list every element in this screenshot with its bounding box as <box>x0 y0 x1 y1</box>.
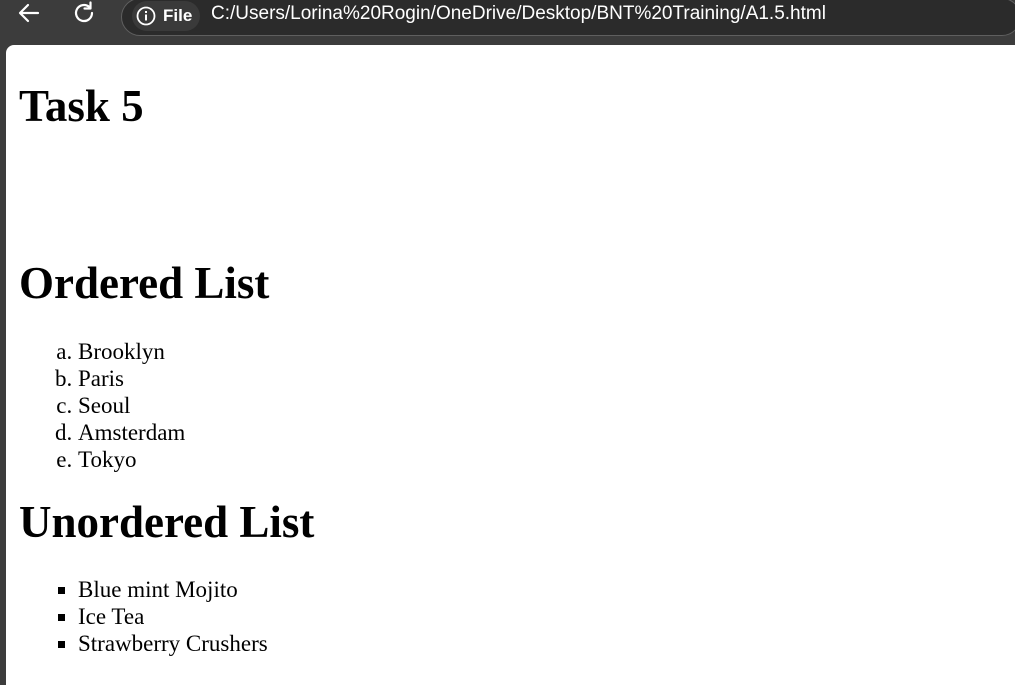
url-text[interactable]: C:/Users/Lorina%20Rogin/OneDrive/Desktop… <box>211 3 826 25</box>
back-arrow-icon <box>16 0 42 31</box>
reload-button[interactable] <box>67 0 101 30</box>
browser-toolbar: File C:/Users/Lorina%20Rogin/OneDrive/De… <box>0 0 1015 44</box>
info-icon <box>135 5 157 27</box>
unordered-list: Blue mint Mojito Ice Tea Strawberry Crus… <box>19 576 1015 657</box>
ordered-list-item: Seoul <box>78 392 1015 419</box>
address-bar[interactable]: File C:/Users/Lorina%20Rogin/OneDrive/De… <box>121 0 1015 36</box>
page-content: Task 5 Ordered List Brooklyn Paris Seoul… <box>6 80 1015 657</box>
ordered-list-heading: Ordered List <box>19 258 270 308</box>
ordered-list: Brooklyn Paris Seoul Amsterdam Tokyo <box>19 338 1015 473</box>
ordered-list-item: Amsterdam <box>78 419 1015 446</box>
site-label: File <box>163 6 193 25</box>
page-viewport: Task 5 Ordered List Brooklyn Paris Seoul… <box>6 45 1015 685</box>
ordered-list-item: Tokyo <box>78 446 1015 473</box>
unordered-list-item: Strawberry Crushers <box>78 630 1015 657</box>
back-button[interactable] <box>12 0 46 30</box>
unordered-list-item: Blue mint Mojito <box>78 576 1015 603</box>
unordered-list-item: Ice Tea <box>78 603 1015 630</box>
page-title: Task 5 <box>19 81 144 131</box>
unordered-list-heading: Unordered List <box>19 497 315 547</box>
reload-icon <box>71 0 97 31</box>
site-info-chip[interactable]: File <box>132 1 200 31</box>
ordered-list-item: Brooklyn <box>78 338 1015 365</box>
ordered-list-item: Paris <box>78 365 1015 392</box>
